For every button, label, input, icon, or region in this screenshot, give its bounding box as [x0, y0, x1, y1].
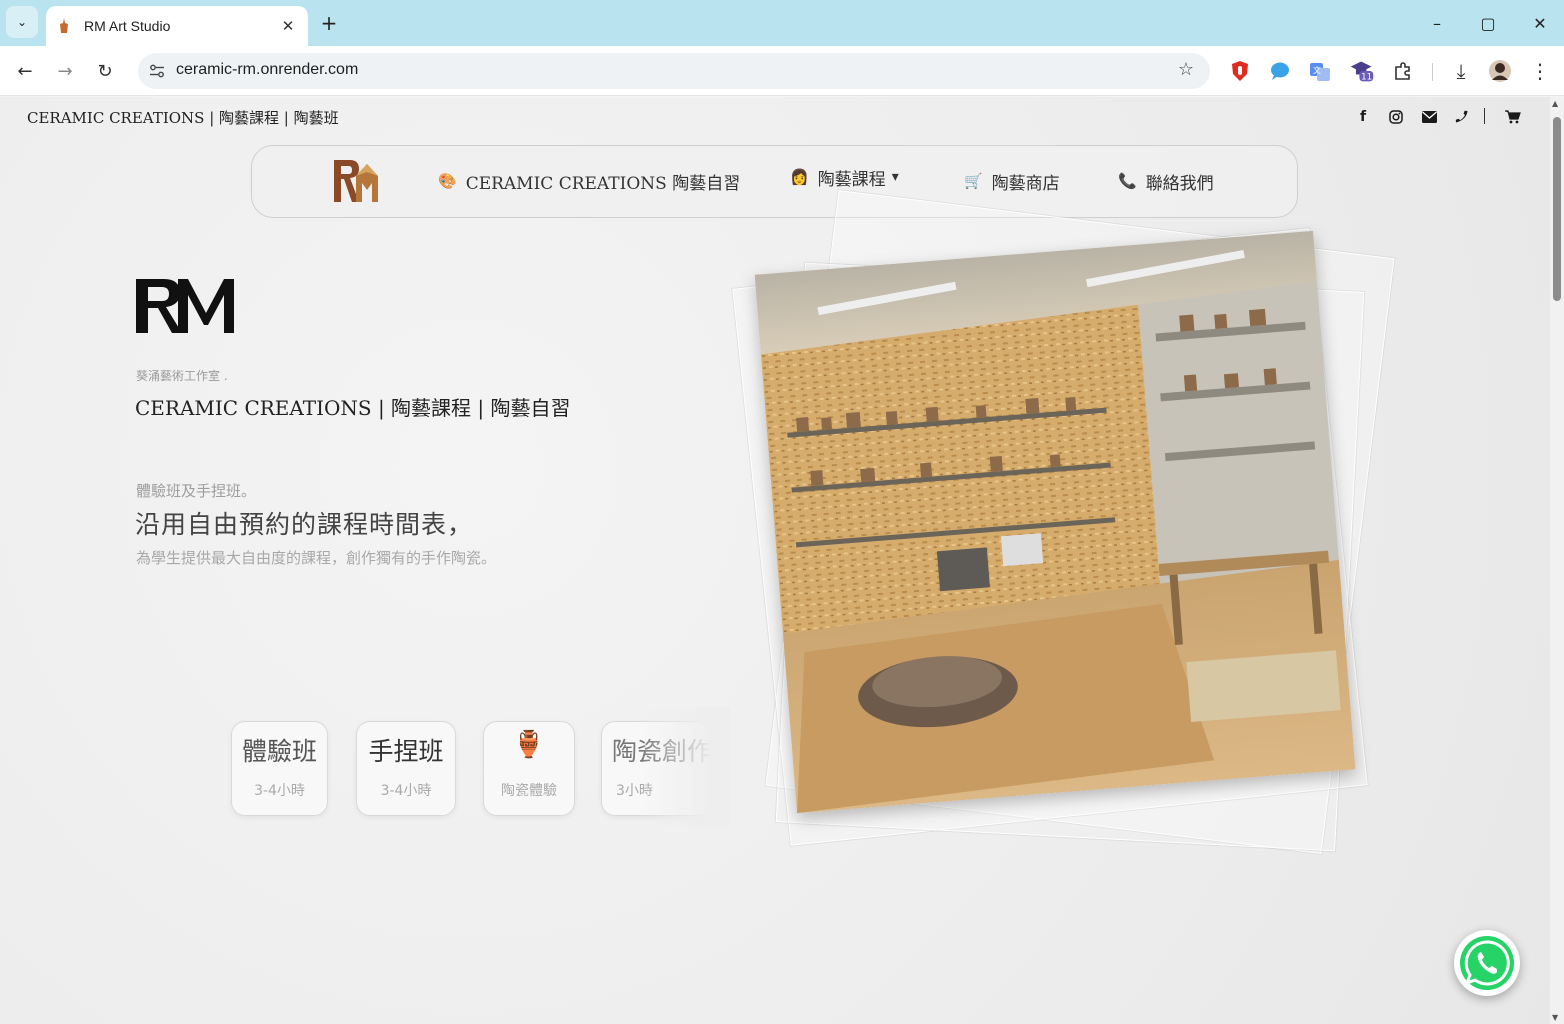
- course-card-ceramic-experience[interactable]: 🏺 陶瓷體驗: [483, 721, 575, 816]
- graduation-extension-icon[interactable]: 11: [1349, 58, 1375, 84]
- scroll-down-icon[interactable]: ▼: [1552, 1013, 1558, 1022]
- nav-item-contact[interactable]: 📞 聯絡我們: [1118, 166, 1214, 196]
- page-scrollbar[interactable]: ▲ ▼: [1550, 97, 1564, 1024]
- course-card-trial[interactable]: 體驗班 3-4小時: [231, 721, 328, 816]
- nav-item-label: 聯絡我們: [1145, 173, 1214, 194]
- new-tab-button[interactable]: +: [316, 10, 342, 36]
- carousel-fade: [640, 707, 730, 827]
- nav-item-courses[interactable]: 👩 陶藝課程 ▾: [790, 162, 899, 192]
- hero-heading: 沿用自由預約的課程時間表，: [135, 510, 474, 539]
- nav-item-shop[interactable]: 🛒 陶藝商店: [964, 166, 1060, 196]
- course-card-subtitle: 3-4小時: [380, 783, 432, 799]
- course-card-handbuilding[interactable]: 手捏班 3-4小時: [356, 721, 456, 816]
- tab-title: RM Art Studio: [84, 18, 171, 34]
- chat-extension-icon[interactable]: [1267, 58, 1293, 84]
- chevron-down-icon: ▾: [891, 169, 899, 185]
- mail-icon[interactable]: [1418, 107, 1440, 127]
- course-card-title: 手捏班: [368, 737, 444, 766]
- nav-item-label: 陶藝商店: [991, 173, 1060, 194]
- web-page: CERAMIC CREATIONS | 陶藝課程 | 陶藝班 f 🎨 CERAM…: [0, 97, 1564, 1024]
- rm-brand-logo[interactable]: [330, 158, 382, 204]
- forward-icon[interactable]: →: [51, 57, 79, 85]
- scroll-up-icon[interactable]: ▲: [1552, 99, 1558, 108]
- maximize-window-icon[interactable]: ▢: [1473, 10, 1503, 36]
- hero-description: 為學生提供最大自由度的課程，創作獨有的手作陶瓷。: [136, 549, 497, 567]
- nav-item-label: CERAMIC CREATIONS 陶藝自習: [465, 173, 741, 194]
- address-bar[interactable]: ceramic-rm.onrender.com ☆: [138, 53, 1210, 89]
- reload-icon[interactable]: ↻: [91, 57, 119, 85]
- hero-rm-logo: [134, 275, 244, 337]
- browser-menu-icon[interactable]: ⋮: [1527, 58, 1553, 84]
- facebook-icon[interactable]: f: [1352, 107, 1374, 127]
- course-card-subtitle: 陶瓷體驗: [501, 783, 557, 799]
- puzzle-extensions-icon[interactable]: [1390, 58, 1416, 84]
- studio-name: 葵涌藝術工作室 .: [136, 369, 228, 383]
- nav-item-ceramic-creations[interactable]: 🎨 CERAMIC CREATIONS 陶藝自習: [438, 166, 740, 196]
- hero-title: CERAMIC CREATIONS | 陶藝課程 | 陶藝自習: [135, 396, 571, 420]
- site-settings-icon[interactable]: [146, 60, 168, 82]
- translate-extension-icon[interactable]: 文: [1307, 58, 1333, 84]
- minimize-window-icon[interactable]: –: [1422, 10, 1452, 36]
- cart-icon[interactable]: [1502, 107, 1524, 127]
- site-favicon-icon: [56, 18, 72, 34]
- close-window-icon[interactable]: ✕: [1525, 10, 1555, 36]
- telephone-icon: 📞: [1118, 172, 1137, 190]
- whatsapp-icon[interactable]: [1454, 930, 1520, 996]
- bookmark-star-icon[interactable]: ☆: [1178, 59, 1194, 80]
- phone-icon[interactable]: [1451, 107, 1473, 127]
- browser-tab[interactable]: RM Art Studio ✕: [46, 6, 308, 46]
- studio-photo-stack: [730, 190, 1395, 877]
- back-icon[interactable]: ←: [11, 57, 39, 85]
- browser-tab-bar: ⌄ RM Art Studio ✕ + – ▢ ✕: [0, 0, 1564, 46]
- teacher-icon: 👩: [790, 168, 809, 186]
- download-icon[interactable]: ⤓: [1448, 58, 1474, 84]
- instagram-icon[interactable]: [1385, 107, 1407, 127]
- profile-avatar[interactable]: [1487, 58, 1513, 84]
- ublock-icon[interactable]: [1227, 58, 1253, 84]
- url-text: ceramic-rm.onrender.com: [176, 61, 359, 78]
- toolbar-divider: [1432, 63, 1433, 81]
- scrollbar-thumb[interactable]: [1553, 117, 1561, 301]
- svg-text:11: 11: [1361, 73, 1372, 83]
- main-navbar: 🎨 CERAMIC CREATIONS 陶藝自習 👩 陶藝課程 ▾ 🛒 陶藝商店…: [251, 145, 1298, 218]
- top-bar-title: CERAMIC CREATIONS | 陶藝課程 | 陶藝班: [27, 109, 339, 127]
- svg-text:文: 文: [1313, 65, 1321, 75]
- palette-icon: 🎨: [438, 172, 457, 190]
- nav-item-label: 陶藝課程: [817, 169, 886, 190]
- studio-interior-photo: [754, 230, 1356, 814]
- browser-toolbar: ← → ↻ ceramic-rm.onrender.com ☆ 文 11 ⤓ ⋮: [0, 46, 1564, 96]
- course-card-title: 體驗班: [241, 737, 317, 766]
- tab-close-icon[interactable]: ✕: [278, 17, 298, 35]
- course-card-subtitle: 3-4小時: [254, 783, 305, 799]
- cart-icon: 🛒: [964, 172, 983, 190]
- tab-list-icon[interactable]: ⌄: [6, 6, 38, 38]
- social-divider: [1484, 108, 1485, 124]
- hero-kicker: 體驗班及手捏班。: [136, 482, 257, 500]
- vase-icon: 🏺: [512, 730, 546, 760]
